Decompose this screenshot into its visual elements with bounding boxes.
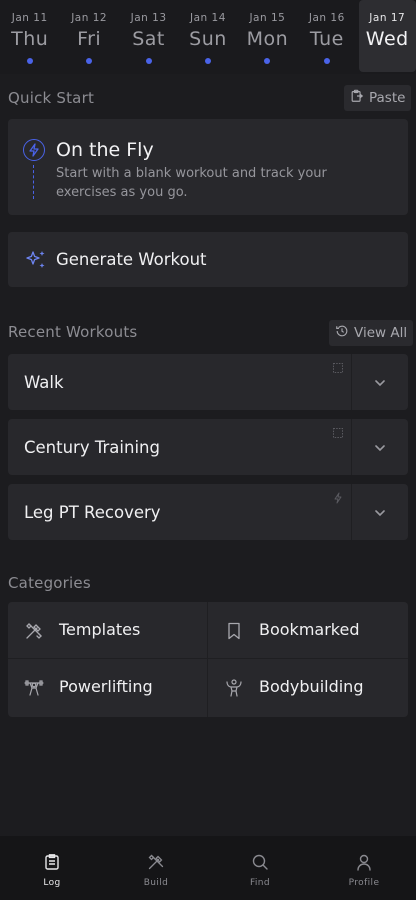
bolt-icon: [23, 139, 45, 161]
on-the-fly-description: Start with a blank workout and track you…: [56, 166, 327, 200]
date-weekday: Sun: [189, 28, 227, 50]
nav-find[interactable]: Find: [208, 836, 312, 900]
workout-dot: [264, 58, 271, 64]
category-bodybuilding[interactable]: Bodybuilding: [208, 659, 408, 717]
workout-dot: [204, 58, 211, 64]
tools-icon: [148, 854, 164, 870]
sparkle-icon: [26, 251, 45, 268]
category-bookmarked[interactable]: Bookmarked: [208, 602, 408, 659]
template-icon: [333, 363, 343, 373]
generate-workout-card[interactable]: Generate Workout: [8, 232, 408, 287]
date-month-day: Jan 15: [249, 12, 286, 24]
workout-name: Century Training: [24, 438, 160, 457]
date-weekday: Wed: [365, 28, 409, 50]
tools-icon: [26, 623, 42, 639]
workout-dot: [26, 58, 33, 64]
nav-profile[interactable]: Profile: [312, 836, 416, 900]
on-the-fly-card[interactable]: On the Fly Start with a blank workout an…: [8, 119, 408, 215]
powerlifter-icon: [24, 680, 44, 696]
paste-icon: [350, 89, 364, 107]
history-icon: [335, 324, 349, 342]
nav-label: Find: [249, 878, 271, 888]
chevron-down-icon[interactable]: [372, 375, 388, 391]
recent-workouts-heading: Recent Workouts: [8, 323, 138, 341]
bookmark-icon: [228, 622, 240, 640]
view-all-button[interactable]: View All: [329, 320, 414, 346]
category-label: Templates: [59, 620, 141, 639]
search-icon: [252, 854, 268, 870]
workout-dot: [145, 58, 152, 64]
nav-label: Profile: [348, 878, 380, 888]
date-month-day: Jan 14: [190, 12, 226, 24]
nav-label: Build: [143, 878, 169, 888]
date-tue[interactable]: Jan 16 Tue: [297, 0, 356, 72]
date-fri[interactable]: Jan 12 Fri: [59, 0, 118, 72]
bodybuilder-icon: [226, 679, 242, 697]
date-month-day: Jan 13: [130, 12, 167, 24]
categories-heading: Categories: [8, 574, 91, 592]
date-weekday: Thu: [11, 28, 49, 50]
workout-dot: [323, 58, 330, 64]
date-weekday: Fri: [77, 28, 102, 50]
person-icon: [357, 854, 371, 871]
date-month-day: Jan 17: [369, 12, 406, 24]
recent-workout-row[interactable]: Leg PT Recovery: [8, 484, 408, 540]
date-wed-selected[interactable]: Jan 17 Wed: [358, 0, 416, 72]
timeline-line: [33, 165, 34, 199]
nav-build[interactable]: Build: [104, 836, 208, 900]
date-weekday: Mon: [246, 28, 289, 50]
date-weekday: Tue: [309, 28, 344, 50]
date-sat[interactable]: Jan 13 Sat: [119, 0, 178, 72]
nav-label: Log: [43, 878, 61, 888]
row-divider: [351, 354, 352, 410]
on-the-fly-title: On the Fly: [56, 139, 154, 161]
clipboard-icon: [45, 854, 59, 870]
quick-start-heading: Quick Start: [8, 89, 95, 107]
workout-name: Leg PT Recovery: [24, 503, 161, 522]
date-sun[interactable]: Jan 14 Sun: [178, 0, 237, 72]
date-month-day: Jan 11: [11, 12, 48, 24]
view-all-label: View All: [354, 325, 408, 341]
date-strip: Jan 11 Thu Jan 12 Fri Jan 13 Sat Jan 14 …: [0, 0, 416, 74]
category-powerlifting[interactable]: Powerlifting: [8, 659, 208, 717]
bolt-icon: [334, 492, 342, 504]
recent-workout-row[interactable]: Walk: [8, 354, 408, 410]
date-thu[interactable]: Jan 11 Thu: [0, 0, 59, 72]
chevron-down-icon[interactable]: [372, 440, 388, 456]
category-templates[interactable]: Templates: [8, 602, 208, 659]
category-label: Powerlifting: [59, 677, 153, 696]
date-month-day: Jan 16: [308, 12, 345, 24]
workout-dot: [86, 58, 93, 64]
workout-name: Walk: [24, 373, 64, 392]
date-mon[interactable]: Jan 15 Mon: [238, 0, 297, 72]
category-label: Bookmarked: [259, 620, 360, 639]
category-label: Bodybuilding: [259, 677, 364, 696]
row-divider: [351, 484, 352, 540]
bottom-nav: Log Build Find Profile: [0, 836, 416, 900]
nav-log[interactable]: Log: [0, 836, 104, 900]
date-weekday: Sat: [132, 28, 165, 50]
date-month-day: Jan 12: [71, 12, 108, 24]
categories-grid: Templates Bookmarked Powerlifting Bodybu…: [8, 602, 408, 717]
row-divider: [351, 419, 352, 475]
paste-label: Paste: [369, 90, 406, 106]
paste-button[interactable]: Paste: [344, 85, 412, 111]
recent-workout-row[interactable]: Century Training: [8, 419, 408, 475]
chevron-down-icon[interactable]: [372, 505, 388, 521]
generate-workout-label: Generate Workout: [56, 250, 207, 269]
template-icon: [333, 428, 343, 438]
